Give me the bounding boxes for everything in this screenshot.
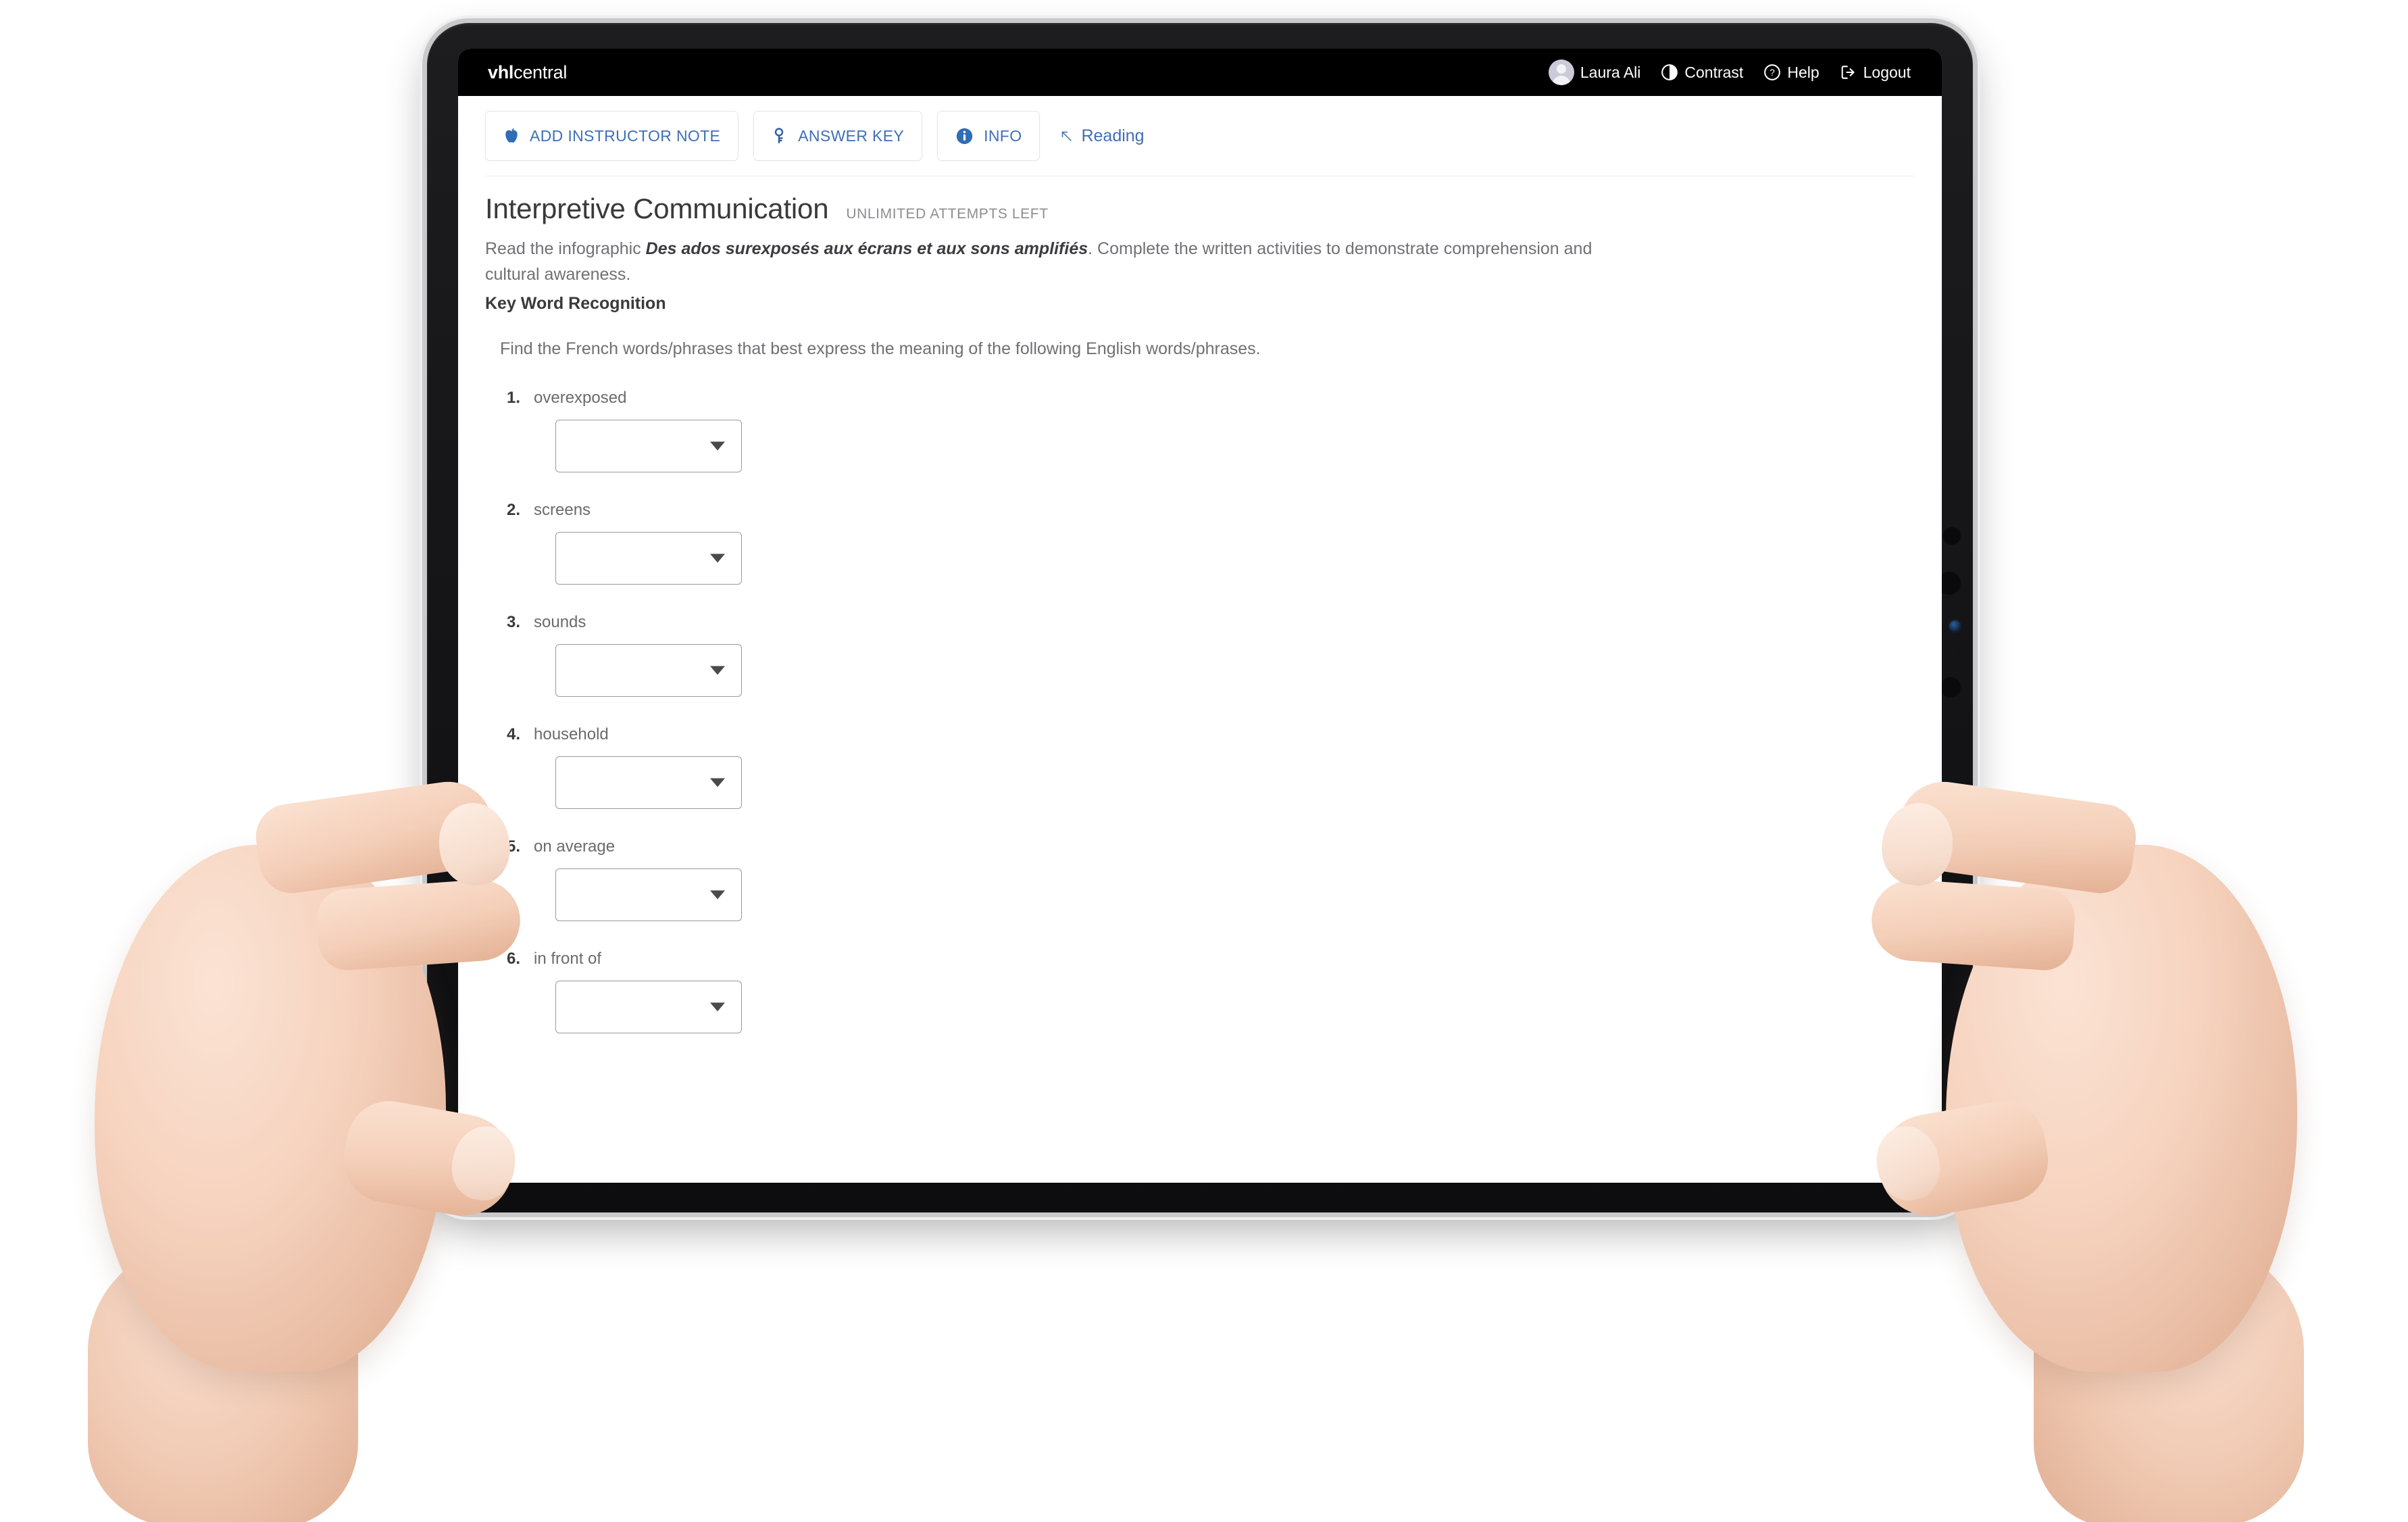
right-wrist (2034, 1244, 2304, 1522)
question-item: 3. sounds (485, 613, 1915, 697)
arrow-up-left-icon (1062, 131, 1072, 141)
question-label: household (534, 725, 609, 743)
back-to-reading-link[interactable]: Reading (1059, 126, 1145, 146)
question-item: 2. screens (485, 501, 1915, 585)
directions-pre-text: Read the infographic (485, 239, 646, 258)
top-navigation-bar: vhlcentral Laura Ali Contrast ? Help Log… (458, 49, 1942, 96)
tablet-device: vhlcentral Laura Ali Contrast ? Help Log… (427, 23, 1973, 1212)
attempts-remaining-label: UNLIMITED ATTEMPTS LEFT (846, 206, 1049, 222)
question-label: screens (534, 501, 591, 519)
top-nav-actions: Laura Ali Contrast ? Help Logout (1548, 59, 1911, 85)
logout-label: Logout (1863, 63, 1911, 81)
bezel-sensor-dot-2 (1940, 677, 1961, 697)
help-link[interactable]: ? Help (1763, 63, 1820, 82)
key-icon (775, 128, 784, 144)
question-number: 4. (507, 725, 521, 743)
contrast-label: Contrast (1684, 63, 1744, 81)
screenshot-canvas: vhlcentral Laura Ali Contrast ? Help Log… (0, 0, 2408, 1522)
question-number: 1. (507, 389, 521, 407)
logout-link[interactable]: Logout (1840, 64, 1911, 82)
answer-select-6[interactable] (555, 981, 742, 1033)
question-header: 1. overexposed (485, 389, 1915, 408)
add-instructor-note-label: ADD INSTRUCTOR NOTE (530, 126, 721, 145)
info-button[interactable]: INFO (937, 111, 1040, 161)
answer-key-label: ANSWER KEY (798, 126, 905, 145)
question-label: overexposed (534, 389, 627, 407)
activity-toolbar: ADD INSTRUCTOR NOTE ANSWER KEY INFO Read… (458, 96, 1942, 161)
question-header: 3. sounds (485, 613, 1915, 632)
svg-text:?: ? (1770, 68, 1776, 78)
activity-header: Interpretive Communication UNLIMITED ATT… (485, 193, 1915, 225)
section-heading: Key Word Recognition (485, 294, 666, 313)
logo-bold-text: vhl (488, 62, 514, 82)
answer-select-2[interactable] (555, 532, 742, 585)
answer-select-4[interactable] (555, 756, 742, 809)
activity-prompt: Find the French words/phrases that best … (500, 339, 1261, 358)
chevron-down-icon (710, 1002, 725, 1012)
info-label: INFO (984, 126, 1022, 145)
apple-icon (505, 128, 518, 143)
page-title: Interpretive Communication (485, 193, 829, 224)
question-header: 4. household (485, 725, 1915, 744)
bezel-sensor-dot (1943, 527, 1961, 545)
chevron-down-icon (710, 441, 725, 451)
right-palm (1946, 845, 2297, 1372)
question-header: 5. on average (485, 837, 1915, 856)
logo-light-text: central (513, 62, 568, 82)
question-label: in front of (534, 950, 602, 968)
question-number: 3. (507, 613, 521, 631)
answer-select-5[interactable] (555, 868, 742, 921)
chevron-down-icon (710, 778, 725, 787)
reading-link-label: Reading (1081, 126, 1145, 145)
question-item: 4. household (485, 725, 1915, 809)
activity-directions: Read the infographic Des ados surexposés… (485, 236, 1647, 287)
help-icon: ? (1764, 64, 1781, 80)
bezel-camera-icon (1949, 620, 1961, 632)
question-item: 1. overexposed (485, 389, 1915, 472)
answer-select-3[interactable] (555, 644, 742, 697)
activity-content: Interpretive Communication UNLIMITED ATT… (458, 176, 1942, 1033)
bezel-led-dot (1955, 650, 1961, 656)
question-header: 6. in front of (485, 950, 1915, 968)
contrast-toggle[interactable]: Contrast (1661, 64, 1743, 82)
infographic-title-text: Des ados surexposés aux écrans et aux so… (645, 239, 1088, 258)
chevron-down-icon (710, 666, 725, 675)
question-item: 6. in front of (485, 950, 1915, 1033)
left-wrist (88, 1244, 358, 1522)
avatar (1548, 59, 1574, 85)
vhlcentral-logo[interactable]: vhlcentral (488, 62, 567, 83)
add-instructor-note-button[interactable]: ADD INSTRUCTOR NOTE (485, 111, 739, 161)
user-name-label: Laura Ali (1580, 63, 1641, 81)
question-label: sounds (534, 613, 586, 631)
logout-icon (1841, 66, 1855, 79)
contrast-icon (1661, 64, 1678, 80)
user-menu[interactable]: Laura Ali (1548, 59, 1641, 85)
answer-key-button[interactable]: ANSWER KEY (753, 111, 923, 161)
chevron-down-icon (710, 890, 725, 900)
question-number: 2. (507, 501, 521, 519)
info-icon (956, 128, 973, 144)
tablet-screen: vhlcentral Laura Ali Contrast ? Help Log… (458, 49, 1942, 1183)
question-number: 6. (507, 950, 521, 968)
answer-select-1[interactable] (555, 420, 742, 472)
question-list: 1. overexposed 2. screens 3. sounds 4. househol… (485, 389, 1915, 1033)
chevron-down-icon (710, 554, 725, 563)
question-number: 5. (507, 837, 521, 856)
question-item: 5. on average (485, 837, 1915, 921)
help-label: Help (1787, 63, 1820, 81)
left-palm (95, 845, 446, 1372)
question-label: on average (534, 837, 616, 856)
question-header: 2. screens (485, 501, 1915, 520)
